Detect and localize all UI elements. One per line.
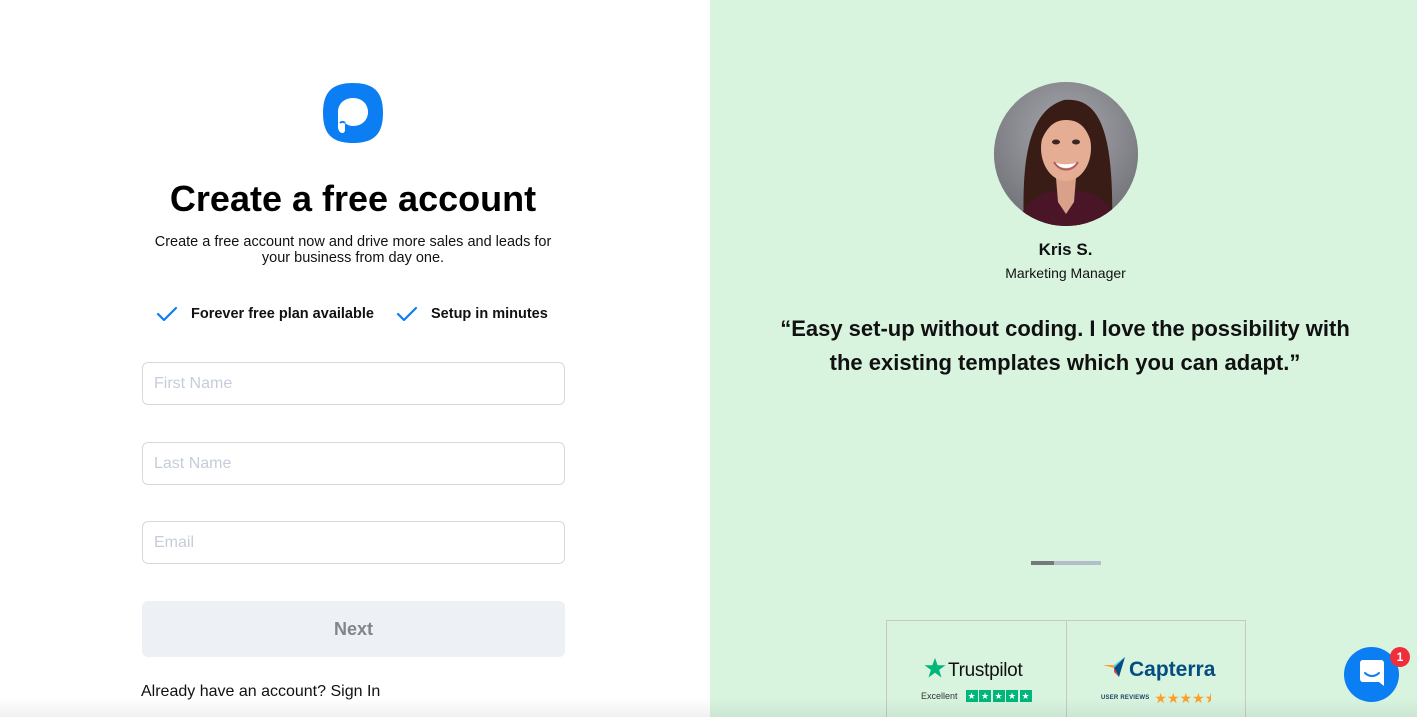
star-icon: ★ <box>979 690 992 702</box>
trustpilot-star-icon <box>924 657 946 684</box>
capterra-logo: Capterra <box>1102 656 1215 683</box>
chat-icon <box>1359 659 1385 690</box>
last-name-field <box>142 442 565 485</box>
testimonial-panel: Kris S. Marketing Manager “Easy set-up w… <box>710 0 1417 717</box>
signin-link[interactable]: Sign In <box>330 683 380 700</box>
trustpilot-logo: Trustpilot <box>924 657 1023 684</box>
capterra-name: Capterra <box>1129 657 1216 681</box>
star-icon: ★ <box>1006 690 1019 702</box>
trustpilot-badge[interactable]: Trustpilot Excellent ★ ★ ★ ★ ★ <box>887 621 1066 717</box>
star-icon: ★ <box>1166 690 1180 706</box>
signin-prompt: Already have an account? Sign In <box>141 683 380 701</box>
check-icon <box>396 305 418 323</box>
feature-label: Forever free plan available <box>191 306 374 322</box>
star-icon: ★ <box>965 690 978 702</box>
check-icon <box>156 305 178 323</box>
email-input[interactable] <box>143 522 564 563</box>
first-name-input[interactable] <box>143 363 564 404</box>
trustpilot-name: Trustpilot <box>948 659 1023 681</box>
signup-panel: Create a free account Create a free acco… <box>0 0 710 717</box>
star-icon: ★ <box>1179 690 1193 706</box>
feature-label: Setup in minutes <box>431 306 548 322</box>
last-name-input[interactable] <box>143 443 564 484</box>
first-name-field <box>142 362 565 405</box>
trustpilot-rating-label: Excellent <box>921 691 958 701</box>
testimonial-name: Kris S. <box>1038 240 1093 259</box>
email-field <box>142 521 565 564</box>
star-icon: ★ <box>1154 690 1167 706</box>
page-title: Create a free account <box>169 178 537 219</box>
testimonial-role: Marketing Manager <box>1005 265 1126 281</box>
brand-logo-icon <box>322 82 384 144</box>
half-star-icon: ★ <box>1204 690 1218 706</box>
capterra-rating: USER REVIEWS ★ ★ ★ ★ ★ <box>1101 691 1217 705</box>
feature-setup-minutes: Setup in minutes <box>396 302 548 326</box>
chat-unread-badge: 1 <box>1390 647 1410 667</box>
capterra-badge[interactable]: Capterra USER REVIEWS ★ ★ ★ ★ ★ <box>1066 621 1245 717</box>
carousel-indicator-active <box>1031 561 1054 565</box>
capterra-rating-label: USER REVIEWS <box>1101 695 1150 701</box>
review-badges: Trustpilot Excellent ★ ★ ★ ★ ★ Capterra … <box>886 620 1246 717</box>
carousel-indicator[interactable] <box>1031 561 1101 565</box>
signin-prompt-text: Already have an account? <box>141 683 327 700</box>
page-subtitle: Create a free account now and drive more… <box>154 234 552 266</box>
next-button[interactable]: Next <box>142 601 565 657</box>
star-icon: ★ <box>992 690 1005 702</box>
star-icon: ★ <box>1192 690 1205 706</box>
testimonial-avatar <box>994 82 1138 226</box>
testimonial-quote: “Easy set-up without coding. I love the … <box>780 316 1350 375</box>
star-icon: ★ <box>1019 690 1032 702</box>
capterra-arrow-icon <box>1102 656 1126 683</box>
feature-forever-free: Forever free plan available <box>156 302 374 326</box>
trustpilot-rating: Excellent ★ ★ ★ ★ ★ <box>921 690 1033 702</box>
